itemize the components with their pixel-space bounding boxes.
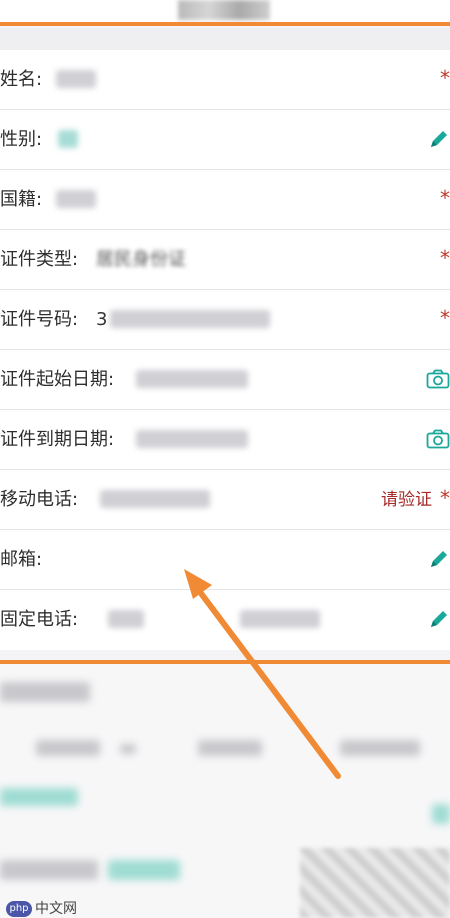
landline-number-blurred bbox=[240, 610, 320, 628]
verify-link[interactable]: 请验证 bbox=[381, 470, 432, 530]
pencil-icon[interactable] bbox=[428, 608, 450, 630]
landline-row[interactable]: 固定电话: bbox=[0, 590, 450, 650]
id-number-row[interactable]: 证件号码: 3 * bbox=[0, 290, 450, 350]
watermark: php 中文网 bbox=[6, 898, 77, 918]
pencil-icon[interactable] bbox=[428, 548, 450, 570]
id-type-value: 居民身份证 bbox=[96, 249, 186, 270]
watermark-text: 中文网 bbox=[35, 901, 77, 917]
id-start-row[interactable]: 证件起始日期: bbox=[0, 350, 450, 410]
id-number-prefix: 3 bbox=[96, 309, 108, 330]
personal-info-form: 姓名: * 性别: 国籍: * 证件类型: 居民身份证 * 证件号码: 3 * … bbox=[0, 50, 450, 650]
nationality-value-blurred bbox=[56, 190, 96, 208]
highlight-line-top bbox=[0, 22, 450, 26]
mobile-row[interactable]: 移动电话: 请验证 * bbox=[0, 470, 450, 530]
required-mark: * bbox=[440, 246, 450, 270]
php-logo: php bbox=[6, 901, 32, 917]
id-number-label: 证件号码: bbox=[0, 309, 79, 330]
blurred-text bbox=[340, 740, 420, 756]
blurred-icon bbox=[432, 804, 450, 824]
blurred-heading bbox=[0, 682, 90, 702]
blurred-text bbox=[120, 744, 136, 754]
id-end-value-blurred bbox=[136, 430, 248, 448]
blurred-lower-section bbox=[0, 664, 450, 918]
gender-row[interactable]: 性别: bbox=[0, 110, 450, 170]
id-start-label: 证件起始日期: bbox=[0, 369, 115, 390]
blurred-photo bbox=[300, 848, 450, 918]
id-start-value-blurred bbox=[136, 370, 248, 388]
pencil-icon[interactable] bbox=[428, 128, 450, 150]
top-bar bbox=[0, 0, 450, 24]
name-value-blurred bbox=[56, 70, 96, 88]
id-type-label: 证件类型: bbox=[0, 249, 79, 270]
name-label: 姓名: bbox=[0, 69, 43, 90]
blurred-link bbox=[0, 788, 78, 806]
blurred-title bbox=[178, 0, 270, 20]
camera-icon[interactable] bbox=[426, 429, 450, 449]
blurred-text bbox=[36, 740, 100, 756]
blurred-link bbox=[108, 860, 180, 880]
gender-label: 性别: bbox=[0, 129, 43, 150]
blurred-text bbox=[0, 860, 98, 880]
id-type-row[interactable]: 证件类型: 居民身份证 * bbox=[0, 230, 450, 290]
section-gap bbox=[0, 28, 450, 50]
mobile-label: 移动电话: bbox=[0, 489, 79, 510]
nationality-label: 国籍: bbox=[0, 189, 43, 210]
required-mark: * bbox=[440, 186, 450, 210]
required-mark: * bbox=[440, 306, 450, 330]
email-label: 邮箱: bbox=[0, 549, 43, 570]
id-end-label: 证件到期日期: bbox=[0, 429, 115, 450]
required-mark: * bbox=[440, 66, 450, 90]
landline-label: 固定电话: bbox=[0, 609, 79, 630]
id-number-blurred bbox=[110, 310, 270, 328]
required-mark: * bbox=[440, 486, 450, 510]
gender-value-blurred bbox=[58, 130, 78, 148]
id-end-row[interactable]: 证件到期日期: bbox=[0, 410, 450, 470]
mobile-value-blurred bbox=[100, 490, 210, 508]
name-row[interactable]: 姓名: * bbox=[0, 50, 450, 110]
email-row[interactable]: 邮箱: bbox=[0, 530, 450, 590]
landline-area-blurred bbox=[108, 610, 144, 628]
nationality-row[interactable]: 国籍: * bbox=[0, 170, 450, 230]
camera-icon[interactable] bbox=[426, 369, 450, 389]
blurred-text bbox=[198, 740, 262, 756]
